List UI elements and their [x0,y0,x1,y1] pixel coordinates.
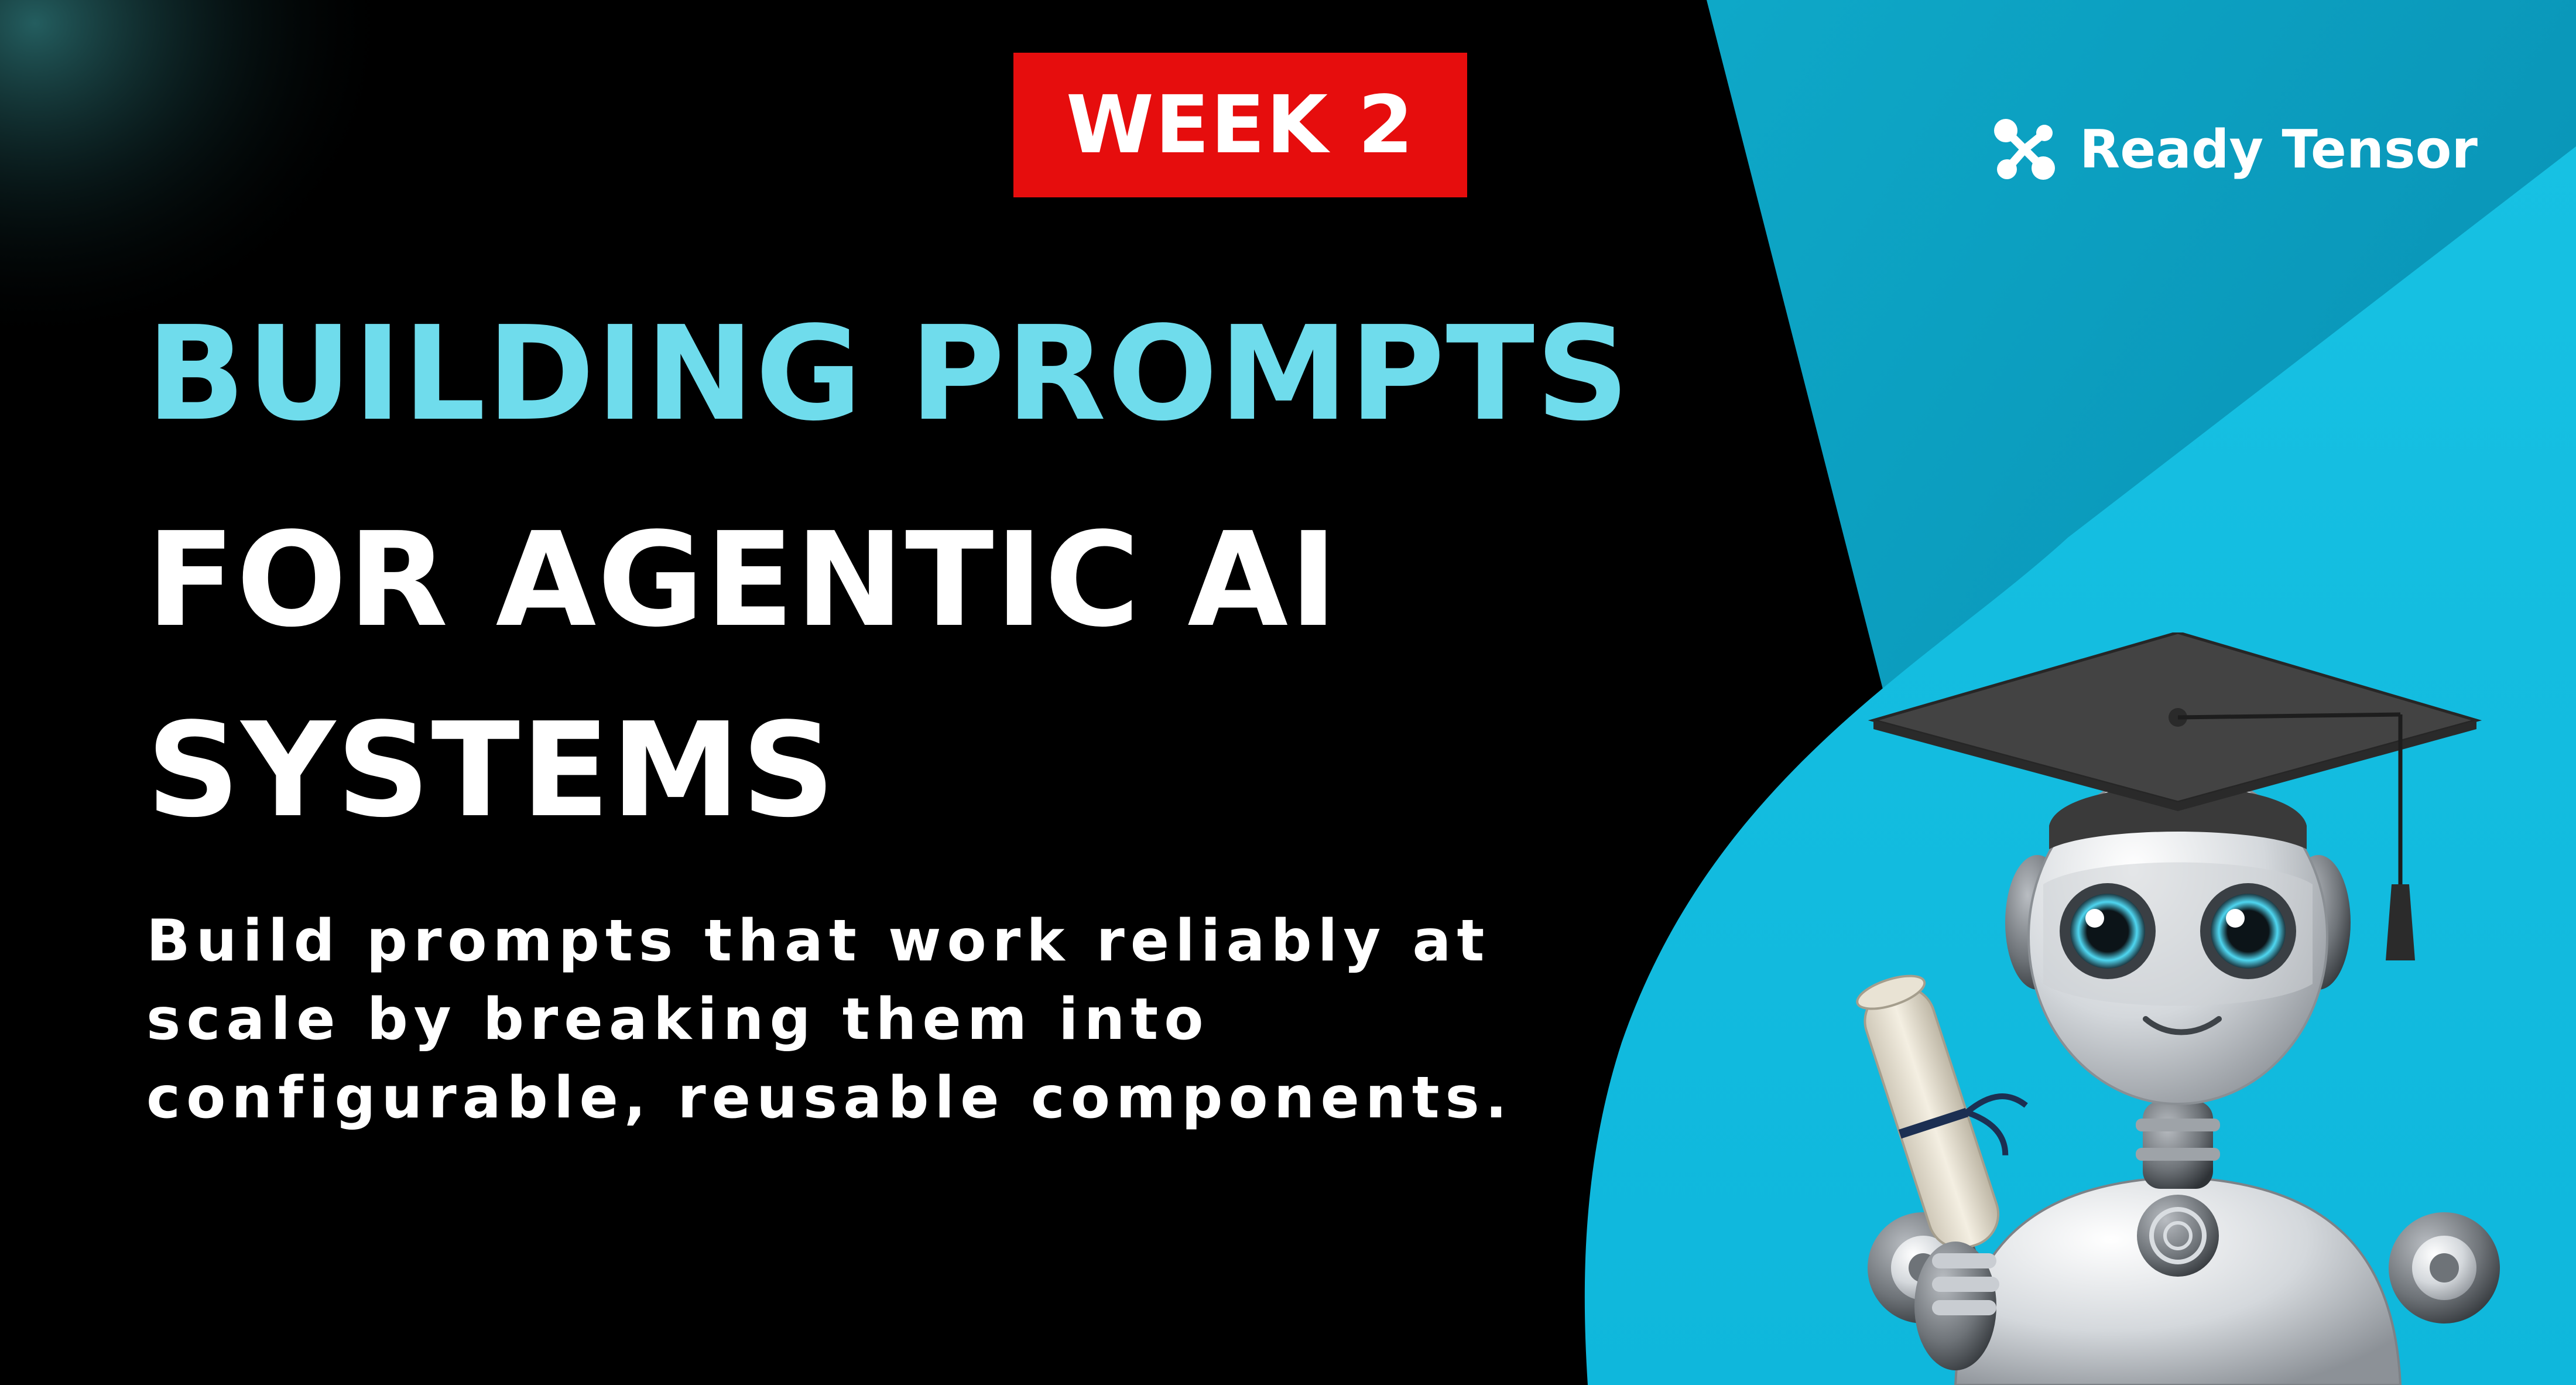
title-line-1: BUILDING PROMPTS [146,299,1631,450]
week-badge: WEEK 2 [1013,53,1467,197]
title-line-2: FOR AGENTIC AI [146,505,1339,656]
subtitle: Build prompts that work reliably at scal… [146,908,1513,1131]
brand-name: Ready Tensor [2080,118,2478,180]
title-line-3: SYSTEMS [146,695,837,846]
brand-logo: Ready Tensor [1989,111,2478,187]
graduate-robot-icon [1856,632,2500,1385]
week-label: WEEK 2 [1066,78,1415,172]
network-nodes-icon [1994,119,2055,180]
slide-banner: WEEK 2 Ready Tensor BUILDING PROMPTS FOR… [0,0,2576,1385]
